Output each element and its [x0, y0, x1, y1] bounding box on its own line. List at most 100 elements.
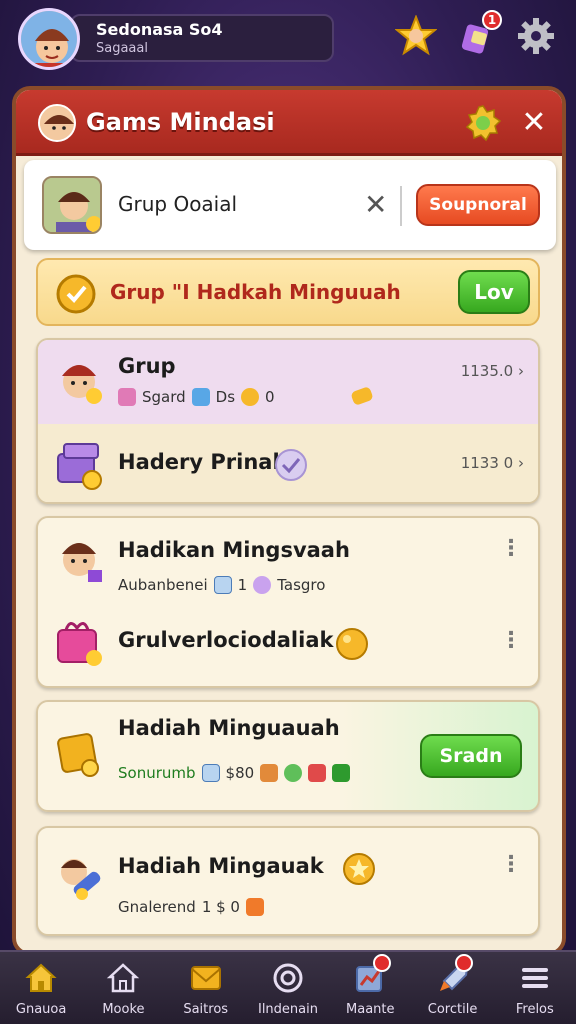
player-name: Sedonasa So4 — [96, 20, 223, 39]
nav-item-house[interactable]: Mooke — [82, 952, 164, 1024]
settings-gear-icon[interactable] — [464, 104, 502, 146]
row-sub-num: 1 $ 0 — [201, 898, 240, 916]
ticket-icon — [351, 387, 373, 405]
nav-item-menu[interactable]: Frelos — [494, 952, 576, 1024]
claim-button[interactable]: Sradn — [420, 734, 522, 778]
row-title: Grup — [118, 354, 176, 378]
row-subtitle: Sonurumb $80 — [118, 764, 351, 782]
character-avatar-icon — [62, 543, 102, 582]
star-coin-icon — [343, 853, 375, 885]
nav-item-target[interactable]: Ilndenain — [247, 952, 329, 1024]
coin-icon — [241, 388, 260, 406]
nav-item-home[interactable]: Gnauoa — [0, 952, 82, 1024]
nav-label: Maante — [346, 1002, 395, 1017]
list-item[interactable]: Hadikan Mingsvaah Aubanbenei 1 Tasgro ⋮ — [38, 518, 538, 602]
row-subtitle: Sgard Ds 0 — [118, 388, 275, 406]
basket-icon — [308, 764, 327, 782]
close-icon[interactable]: ✕ — [516, 104, 552, 140]
nav-item-rocket[interactable]: Corctile — [411, 952, 493, 1024]
row-sub-text: Gnalerend — [118, 898, 196, 916]
divider — [400, 186, 402, 226]
row-title: Hadiah Minguauah — [118, 716, 340, 740]
row-title: Hadiah Mingauak — [118, 854, 324, 878]
circle-target-icon — [270, 960, 306, 996]
checkbox-icon — [191, 388, 210, 406]
player-avatar[interactable] — [18, 8, 80, 70]
more-options-icon[interactable]: ⋮ — [500, 628, 522, 653]
notification-badge — [455, 954, 474, 972]
clear-icon[interactable]: ✕ — [364, 188, 387, 221]
row-title: Hadikan Mingsvaah — [118, 538, 350, 562]
row-value-text: 1133 0 — [460, 454, 514, 472]
row-subtitle: Aubanbenei 1 Tasgro — [118, 576, 325, 594]
list-item[interactable]: Grulverlociodaliak ⋮ — [38, 602, 538, 686]
gold-badge-icon — [56, 274, 96, 314]
top-bar: Sedonasa So4 Sagaaal 1 — [0, 0, 576, 80]
group-name: Grup Ooaial — [118, 192, 238, 216]
row-value-text: 1135.0 — [460, 362, 514, 380]
star-character-icon[interactable] — [394, 14, 438, 58]
gold-orb-icon — [336, 628, 368, 660]
check-circle-icon — [275, 449, 307, 481]
nav-label: Frelos — [515, 1002, 554, 1017]
weekly-reward-banner: Grup "I Hadkah Minguuah Lov — [36, 258, 540, 326]
group-avatar — [42, 176, 102, 234]
list-item[interactable]: Hadiah Minguauah Sonurumb $80 Sradn — [38, 702, 538, 810]
group-card-1: Grup Sgard Ds 0 1135.0 › Hadery Prinal 1… — [36, 338, 540, 504]
panel-header: Gams Mindasi ✕ — [16, 90, 562, 156]
more-options-icon[interactable]: ⋮ — [500, 852, 522, 877]
bottom-navigation: Gnauoa Mooke Saitros Ilndenain Maante Co… — [0, 950, 576, 1024]
burger-icon — [260, 764, 279, 782]
gold-gift-icon — [57, 733, 99, 777]
envelope-icon — [188, 960, 224, 996]
player-subtitle: Sagaaal — [96, 41, 148, 56]
nav-label: Ilndenain — [257, 1002, 318, 1017]
nav-label: Corctile — [427, 1002, 478, 1017]
panel-title: Gams Mindasi — [86, 108, 275, 136]
gem-icon — [253, 576, 272, 594]
search-button[interactable]: Soupnoral — [416, 184, 540, 226]
more-options-icon[interactable]: ⋮ — [500, 536, 522, 561]
row-sub-num: $80 — [225, 764, 255, 782]
row-value: 1135.0 › — [460, 362, 524, 380]
group-search-card: Grup Ooaial ✕ Soupnoral — [24, 160, 556, 250]
gift-bag-icon — [57, 622, 102, 666]
green-tag-icon — [332, 764, 351, 782]
notification-badge — [373, 954, 392, 972]
row-title: Grulverlociodaliak — [118, 628, 334, 652]
home-icon — [23, 960, 59, 996]
row-sub-text: Sonurumb — [118, 764, 196, 782]
header-avatar — [38, 104, 76, 142]
gear-icon[interactable] — [514, 14, 558, 58]
banner-title: Grup "I Hadkah Minguuah — [110, 280, 401, 304]
row-sub-text: Sgard — [142, 388, 186, 406]
group-card-3: Hadiah Minguauah Sonurumb $80 Sradn — [36, 700, 540, 812]
list-item[interactable]: Hadery Prinal 1133 0 › — [38, 424, 538, 502]
row-subtitle: Gnalerend 1 $ 0 — [118, 898, 264, 916]
row-sub-num: 0 — [265, 388, 275, 406]
row-value: 1133 0 › — [460, 454, 524, 472]
nav-item-chart[interactable]: Maante — [329, 952, 411, 1024]
tag-icon — [118, 388, 136, 406]
group-card-2: Hadikan Mingsvaah Aubanbenei 1 Tasgro ⋮ … — [36, 516, 540, 688]
group-card-4: Hadiah Mingauak Gnalerend 1 $ 0 ⋮ — [36, 826, 540, 936]
letter-a-icon — [213, 576, 232, 594]
character-avatar-icon — [62, 365, 102, 404]
row-sub-num: 1 — [237, 576, 248, 594]
leaf-icon — [284, 764, 303, 782]
coupon-icon — [245, 898, 264, 916]
player-info[interactable]: Sedonasa So4 Sagaaal — [70, 14, 334, 62]
row-sub-extra: Ds — [215, 388, 236, 406]
list-item[interactable]: Grup Sgard Ds 0 1135.0 › — [38, 340, 538, 424]
list-item[interactable]: Hadiah Mingauak Gnalerend 1 $ 0 ⋮ — [38, 828, 538, 934]
nav-label: Saitros — [183, 1002, 229, 1017]
checkbox-icon — [201, 764, 220, 782]
nav-label: Gnauoa — [15, 1002, 67, 1017]
house-outline-icon — [105, 960, 141, 996]
nav-item-mail[interactable]: Saitros — [165, 952, 247, 1024]
row-title: Hadery Prinal — [118, 450, 280, 474]
row-sub-extra: Tasgro — [277, 576, 326, 594]
shop-icon[interactable]: 1 — [456, 10, 502, 58]
banner-button[interactable]: Lov — [458, 270, 530, 314]
menu-icon — [517, 960, 553, 996]
